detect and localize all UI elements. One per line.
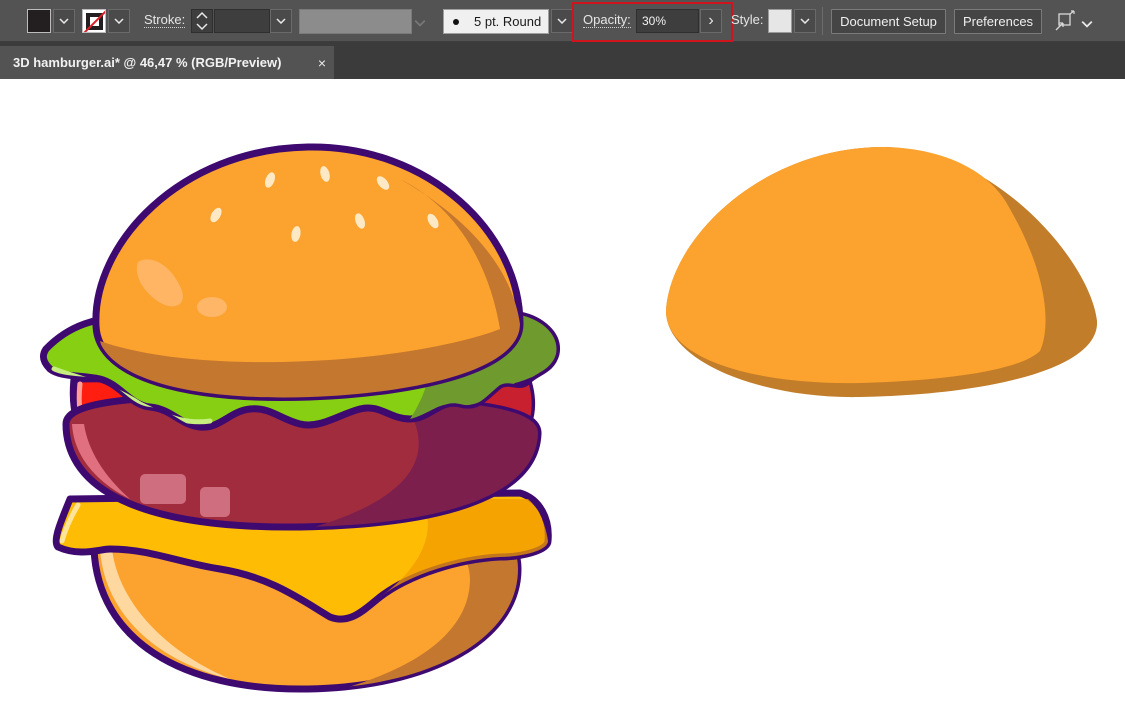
- stroke-label[interactable]: Stroke:: [144, 12, 186, 28]
- chevron-down-icon: [114, 18, 124, 24]
- illustrator-window: Stroke: 5 pt. Round Opacity: 30% › Style…: [0, 0, 1125, 726]
- tab-title: 3D hamburger.ai* @ 46,47 % (RGB/Preview): [13, 55, 282, 70]
- opacity-label[interactable]: Opacity:: [583, 12, 631, 28]
- stroke-dropdown-button[interactable]: [108, 9, 130, 33]
- tab-document[interactable]: 3D hamburger.ai* @ 46,47 % (RGB/Preview)…: [0, 46, 334, 79]
- control-bar: Stroke: 5 pt. Round Opacity: 30% › Style…: [0, 0, 1125, 42]
- patty-highlight-small: [200, 487, 230, 517]
- brush-dropdown-button[interactable]: [551, 9, 573, 33]
- stroke-none-swatch-icon[interactable]: [82, 9, 106, 33]
- chevron-down-icon: [557, 18, 567, 24]
- bun-shine-small: [197, 297, 227, 317]
- chevron-down-icon: [414, 19, 426, 27]
- preferences-button[interactable]: Preferences: [954, 9, 1042, 34]
- chevron-down-icon: [1081, 20, 1093, 28]
- style-dropdown-button[interactable]: [794, 9, 816, 33]
- separate-bun-shape[interactable]: [666, 146, 1098, 398]
- stroke-weight-dropdown-button[interactable]: [270, 9, 292, 33]
- fill-swatch-icon[interactable]: [27, 9, 51, 33]
- opacity-slider-button[interactable]: ›: [700, 9, 722, 33]
- brush-dot-icon: [453, 18, 459, 25]
- stroke-weight-stepper[interactable]: [191, 9, 213, 33]
- style-label: Style:: [731, 12, 764, 27]
- chevron-down-icon: [800, 18, 810, 24]
- profile-dropdown-disabled: [414, 14, 432, 28]
- top-bun[interactable]: [92, 143, 524, 403]
- separator: [822, 7, 823, 35]
- document-tab-bar: 3D hamburger.ai* @ 46,47 % (RGB/Preview)…: [0, 42, 1125, 79]
- artwork-svg: [39, 143, 1098, 693]
- fill-dropdown-button[interactable]: [53, 9, 75, 33]
- brush-definition-select[interactable]: 5 pt. Round: [443, 9, 549, 34]
- artboard-canvas[interactable]: [0, 79, 1125, 726]
- no-stroke-icon: [83, 10, 105, 32]
- variable-width-profile-select[interactable]: [299, 9, 412, 34]
- stepper-arrows-icon: [196, 11, 208, 31]
- graphic-style-swatch[interactable]: [768, 9, 792, 33]
- close-tab-icon[interactable]: ×: [318, 55, 326, 71]
- document-setup-button[interactable]: Document Setup: [831, 9, 946, 34]
- opacity-input[interactable]: 30%: [636, 9, 699, 33]
- patty-highlight-large: [140, 474, 186, 504]
- arrange-dropdown-button[interactable]: [1081, 15, 1093, 28]
- brush-label: 5 pt. Round: [474, 14, 542, 29]
- stroke-weight-input[interactable]: [214, 9, 270, 33]
- chevron-down-icon: [276, 18, 286, 24]
- arrange-docs-icon[interactable]: [1054, 10, 1076, 32]
- chevron-down-icon: [59, 18, 69, 24]
